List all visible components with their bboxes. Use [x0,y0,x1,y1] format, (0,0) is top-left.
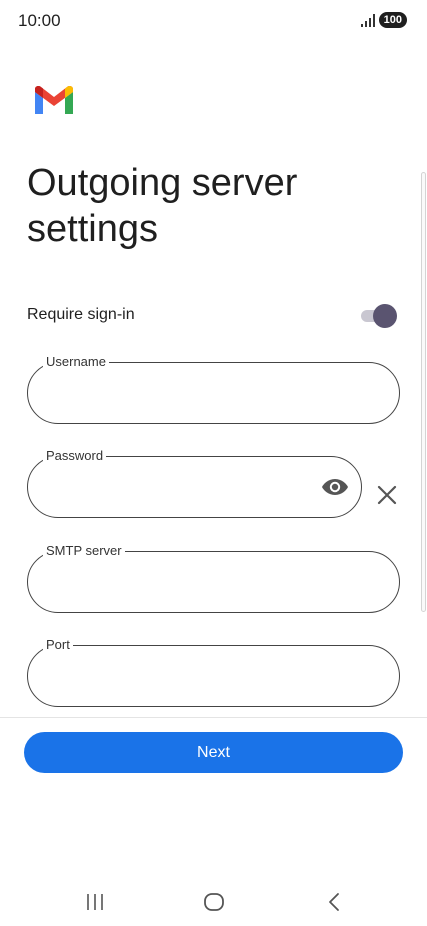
password-label: Password [43,448,107,464]
smtp-server-input[interactable] [46,570,350,598]
next-button[interactable]: Next [24,732,403,773]
page-title: Outgoing server settings [27,162,298,250]
require-signin-toggle[interactable] [361,304,397,328]
password-field[interactable]: Password [27,448,362,518]
close-icon[interactable] [376,484,398,506]
scrollbar[interactable] [421,172,426,612]
port-input[interactable] [46,664,350,692]
smtp-server-field[interactable]: SMTP server [27,543,400,613]
back-icon[interactable] [324,891,344,913]
status-indicators: 100 [360,12,407,28]
system-nav-bar [0,880,427,926]
require-signin-label: Require sign-in [27,306,135,323]
eye-icon[interactable] [321,475,349,499]
username-label: Username [43,354,109,370]
username-input[interactable] [46,381,350,409]
status-time: 10:00 [18,11,61,30]
smtp-server-label: SMTP server [43,543,125,559]
home-icon[interactable] [203,891,225,913]
battery-badge: 100 [378,12,407,28]
recent-apps-icon[interactable] [85,892,105,912]
require-signin-row: Require sign-in [27,300,399,330]
port-label: Port [43,637,73,653]
footer-divider [0,717,427,718]
toggle-thumb [373,304,397,328]
password-input[interactable] [46,475,310,503]
username-field[interactable]: Username [27,354,400,424]
gmail-logo-icon [35,86,73,114]
port-field[interactable]: Port [27,637,400,707]
status-bar: 10:00 100 [0,0,427,40]
signal-icon [360,13,375,27]
